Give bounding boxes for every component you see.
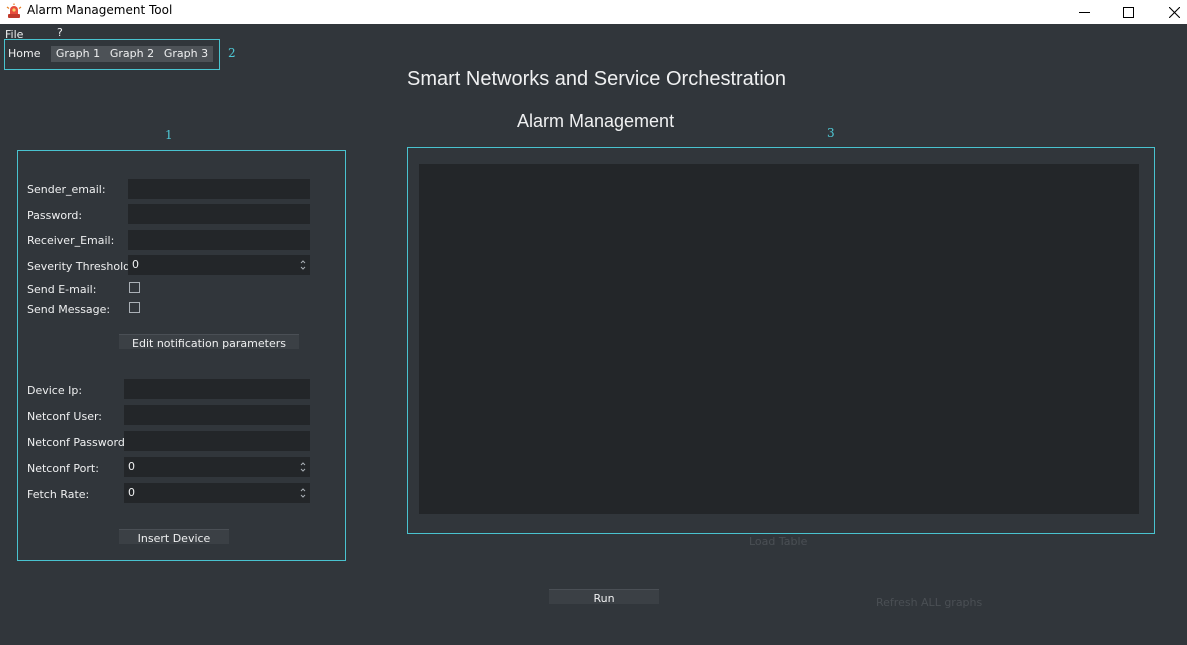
device-ip-label: Device Ip: — [27, 384, 83, 397]
close-button[interactable] — [1151, 0, 1187, 24]
spin-arrows-icon[interactable] — [300, 486, 306, 500]
device-ip-field[interactable] — [124, 379, 310, 399]
annotation-tabs: 2 — [228, 46, 236, 60]
netconf-port-label: Netconf Port: — [27, 462, 99, 475]
annotation-table: 3 — [827, 126, 835, 140]
sender-email-label: Sender_email: — [27, 183, 106, 196]
tab-home[interactable]: Home — [8, 46, 40, 62]
maximize-icon — [1122, 6, 1134, 18]
password-label: Password: — [27, 209, 83, 222]
spin-arrows-icon[interactable] — [300, 258, 306, 272]
window-titlebar: Alarm Management Tool — [0, 0, 1187, 24]
netconf-user-label: Netconf User: — [27, 410, 103, 423]
tab-graph-3[interactable]: Graph 3 — [159, 46, 213, 62]
minimize-icon — [1078, 7, 1090, 18]
fetch-rate-label: Fetch Rate: — [27, 488, 90, 501]
spin-arrows-icon[interactable] — [300, 460, 306, 474]
severity-threshold-value: 0 — [132, 258, 139, 271]
receiver-email-label: Receiver_Email: — [27, 234, 115, 247]
annotation-left-panel: 1 — [165, 128, 173, 142]
tab-bar: Home Graph 1 Graph 2 Graph 3 — [4, 39, 220, 70]
send-email-checkbox[interactable] — [129, 282, 140, 293]
fetch-rate-value: 0 — [128, 486, 135, 499]
insert-device-button[interactable]: Insert Device — [119, 529, 229, 545]
close-icon — [1168, 6, 1180, 18]
fetch-rate-spinbox[interactable]: 0 — [124, 483, 310, 503]
send-message-label: Send Message: — [27, 303, 111, 316]
severity-threshold-spinbox[interactable]: 0 — [128, 255, 310, 275]
alarm-icon — [6, 3, 22, 19]
send-email-label: Send E-mail: — [27, 283, 97, 296]
tab-graph-2[interactable]: Graph 2 — [105, 46, 159, 62]
send-message-checkbox[interactable] — [129, 302, 140, 313]
tab-graph-1[interactable]: Graph 1 — [51, 46, 105, 62]
severity-threshold-label: Severity Threshold: — [27, 260, 134, 273]
run-button[interactable]: Run — [549, 589, 659, 605]
alarm-table[interactable] — [419, 164, 1139, 514]
netconf-password-field[interactable] — [124, 431, 310, 451]
netconf-password-label: Netconf Password: — [27, 436, 129, 449]
sender-email-field[interactable] — [128, 179, 310, 199]
receiver-email-field[interactable] — [128, 230, 310, 250]
edit-notification-button[interactable]: Edit notification parameters — [119, 334, 299, 350]
refresh-all-graphs-button[interactable]: Refresh ALL graphs — [876, 596, 982, 609]
netconf-port-spinbox[interactable]: 0 — [124, 457, 310, 477]
menu-help[interactable]: ? — [57, 26, 63, 39]
load-table-button[interactable]: Load Table — [749, 535, 807, 548]
minimize-button[interactable] — [1061, 0, 1107, 24]
maximize-button[interactable] — [1105, 0, 1151, 24]
password-field[interactable] — [128, 204, 310, 224]
page-title: Smart Networks and Service Orchestration — [407, 68, 787, 90]
window-title: Alarm Management Tool — [27, 3, 173, 17]
page-subtitle: Alarm Management — [517, 111, 675, 131]
netconf-port-value: 0 — [128, 460, 135, 473]
netconf-user-field[interactable] — [124, 405, 310, 425]
